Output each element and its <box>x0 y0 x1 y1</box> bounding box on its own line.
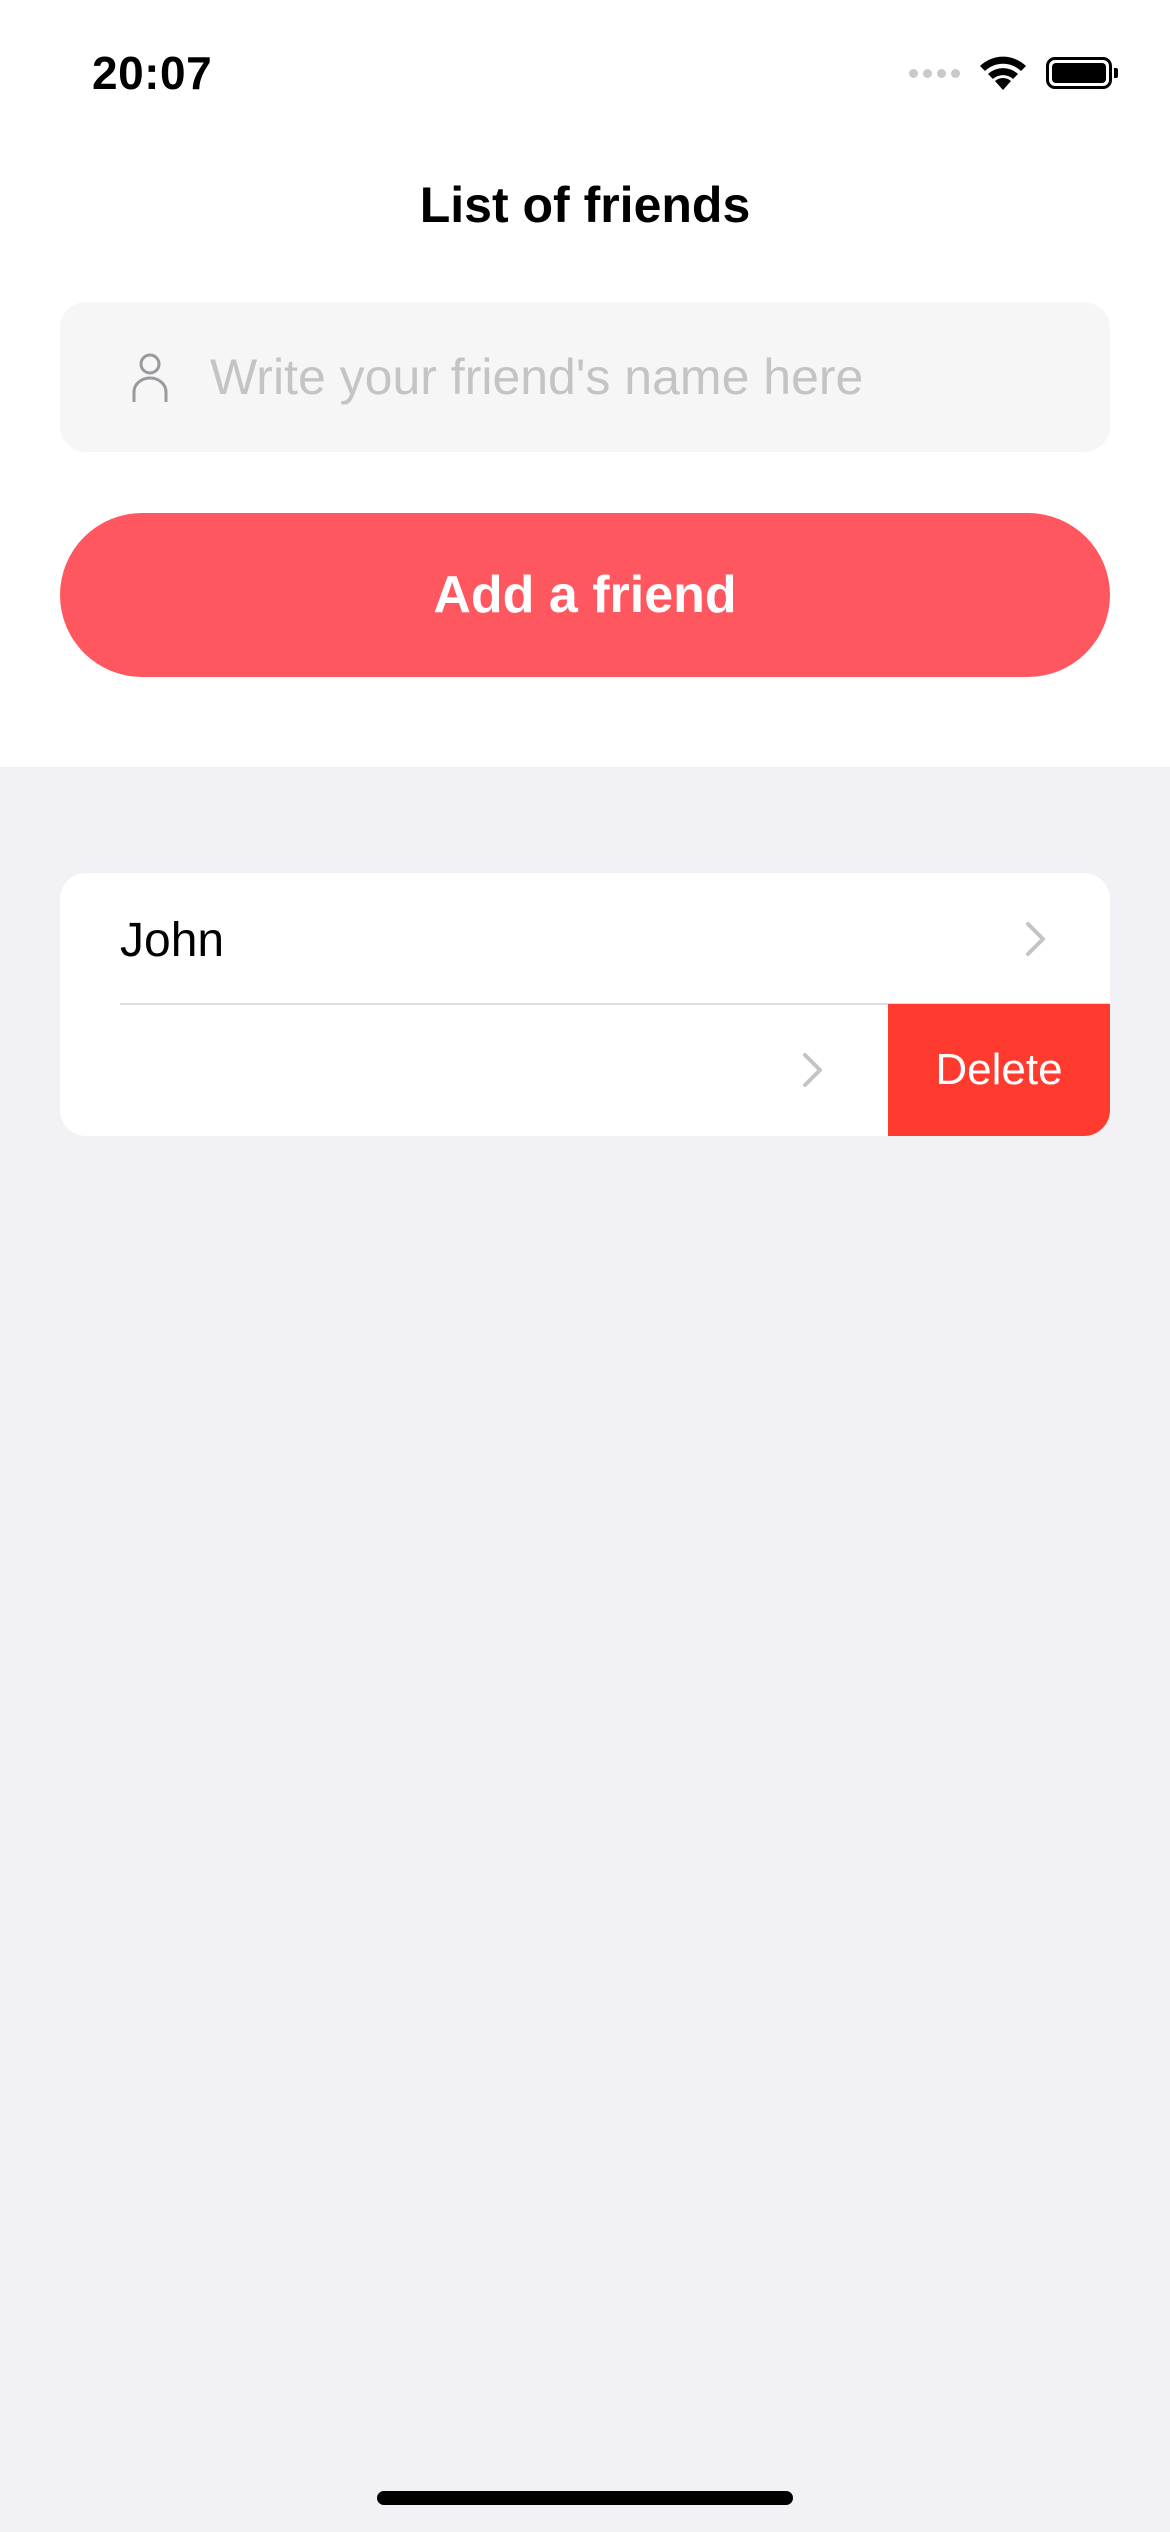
friend-name: John <box>120 914 225 967</box>
chevron-right-icon <box>803 1053 822 1087</box>
delete-button[interactable]: Delete <box>888 1004 1110 1136</box>
signal-dots-icon <box>909 68 960 78</box>
friends-list: John Delete <box>60 873 1110 1136</box>
add-friend-button[interactable]: Add a friend <box>60 513 1110 677</box>
friend-name-input[interactable] <box>210 302 1090 452</box>
status-time: 20:07 <box>92 47 213 99</box>
wifi-icon <box>980 56 1026 90</box>
chevron-right-icon <box>1026 922 1045 956</box>
status-icons <box>909 52 1118 94</box>
person-icon <box>132 353 168 402</box>
friend-name-field <box>60 302 1110 452</box>
header-area: 20:07 List of friends Add a friend <box>0 0 1170 767</box>
battery-icon <box>1046 57 1118 89</box>
home-indicator[interactable] <box>377 2491 793 2505</box>
list-item[interactable]: John <box>60 873 1110 1005</box>
page-title: List of friends <box>419 177 751 233</box>
